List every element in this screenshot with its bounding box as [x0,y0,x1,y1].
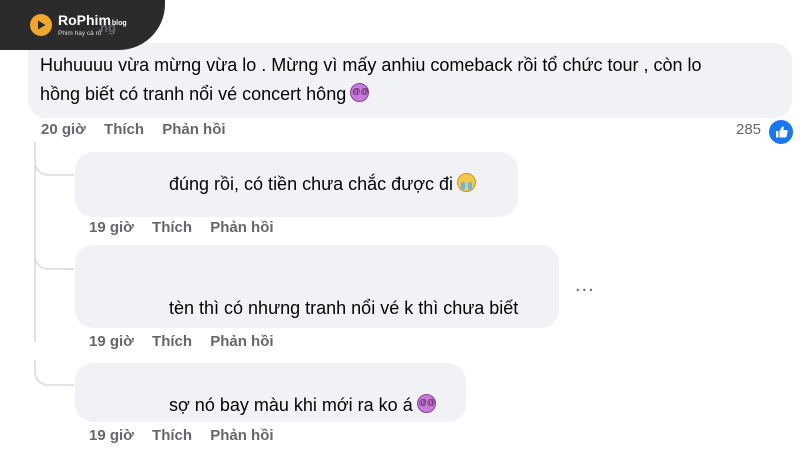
reply-actions: 19 giờ Thích Phản hồi [89,219,274,236]
author-name[interactable]: ng [100,20,116,35]
dizzy-face-emoji-icon [416,388,436,417]
reply-actions: 19 giờ Thích Phản hồi [89,427,274,444]
like-button[interactable]: Thích [152,333,192,350]
thread-branch [34,360,74,386]
reply-actions: 19 giờ Thích Phản hồi [89,333,274,350]
reply-text: sợ nó bay màu khi mới ra ko á [169,395,413,415]
reply-time[interactable]: 19 giờ [89,219,134,236]
reply-button[interactable]: Phản hồi [210,219,273,236]
like-button[interactable]: Thích [152,219,192,236]
comment-time[interactable]: 20 giờ [41,121,86,138]
reply-button[interactable]: Phản hồi [210,427,273,444]
comment-actions: 20 giờ Thích Phản hồi [41,121,226,138]
thread-line [34,142,36,342]
reaction-count[interactable]: 285 [736,121,761,138]
like-button[interactable]: Thích [152,427,192,444]
reply-bubble: sợ nó bay màu khi mới ra ko á [75,363,466,422]
rophim-logo: RoPhimblog Phim hay cả rổ ng [0,0,165,50]
reply-text: tèn thì có nhưng tranh nổi vé k thì chưa… [169,298,519,318]
comment-bubble: Huhuuuu vừa mừng vừa lo . Mừng vì mấy an… [28,43,792,118]
comment-line-1: Huhuuuu vừa mừng vừa lo . Mừng vì mấy an… [40,55,702,75]
reply-time[interactable]: 19 giờ [89,427,134,444]
logo-text: RoPhimblog Phim hay cả rổ [58,13,127,38]
comment-line-2: hồng biết có tranh nổi vé concert hông [40,84,347,104]
play-icon [30,14,52,36]
thread-branch [34,244,74,270]
reply-bubble: đúng rồi, có tiền chưa chắc được đi [75,152,518,217]
reply-time[interactable]: 19 giờ [89,333,134,350]
logo-tagline: Phim hay cả rổ [58,29,102,37]
comment-line-2-wrap: hồng biết có tranh nổi vé concert hông [40,77,780,109]
crying-face-emoji-icon [457,173,477,192]
comment-text: Huhuuuu vừa mừng vừa lo . Mừng vì mấy an… [40,51,780,109]
thread-branch [34,150,74,176]
reply-button[interactable]: Phản hồi [162,121,225,138]
reply-button[interactable]: Phản hồi [210,333,273,350]
dizzy-face-emoji-icon [350,77,370,106]
reaction-icon[interactable] [767,118,795,146]
reply-bubble: tèn thì có nhưng tranh nổi vé k thì chưa… [75,245,559,328]
reply-text: đúng rồi, có tiền chưa chắc được đi [169,174,454,194]
more-options-icon[interactable]: ... [575,275,595,295]
like-button[interactable]: Thích [104,121,144,138]
